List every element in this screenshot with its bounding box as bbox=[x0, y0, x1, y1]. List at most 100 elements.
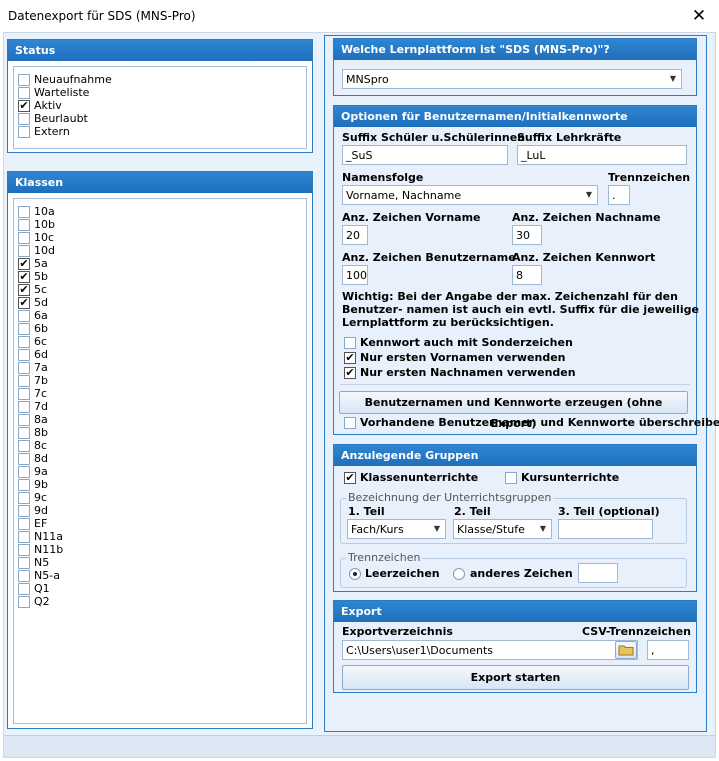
klasse-item-checkbox[interactable] bbox=[18, 492, 30, 504]
password-chars-input[interactable]: 8 bbox=[512, 265, 542, 285]
klasse-item-label: 9d bbox=[34, 504, 48, 517]
password-chars-label: Anz. Zeichen Kennwort bbox=[512, 251, 656, 264]
space-radio[interactable] bbox=[349, 568, 361, 580]
klasse-item-checkbox[interactable] bbox=[18, 479, 30, 491]
status-item-checkbox[interactable] bbox=[18, 126, 30, 138]
generate-credentials-button[interactable]: Benutzernamen und Kennworte erzeugen (oh… bbox=[339, 391, 688, 430]
klasse-item-checkbox[interactable] bbox=[18, 518, 30, 530]
status-item-checkbox[interactable]: ✔ bbox=[18, 100, 30, 112]
klasse-item-checkbox[interactable] bbox=[18, 453, 30, 465]
klasse-item-checkbox[interactable] bbox=[18, 544, 30, 556]
klasse-item-checkbox[interactable]: ✔ bbox=[18, 284, 30, 296]
klasse-item-checkbox[interactable] bbox=[18, 440, 30, 452]
klasse-item-label: 6c bbox=[34, 335, 48, 348]
space-radio-label: Leerzeichen bbox=[365, 567, 440, 580]
status-item-label: Extern bbox=[34, 125, 70, 138]
options-divider bbox=[340, 384, 690, 385]
klasse-item-checkbox[interactable] bbox=[18, 414, 30, 426]
suffix-teachers-input[interactable]: _LuL bbox=[517, 145, 687, 165]
special-chars-checkbox[interactable] bbox=[344, 337, 356, 349]
klasse-item-checkbox[interactable] bbox=[18, 245, 30, 257]
klasse-item-label: N5 bbox=[34, 556, 50, 569]
options-panel: Optionen für Benutzernamen/Initialkennwo… bbox=[333, 105, 719, 435]
platform-select[interactable]: MNSpro ▼ bbox=[342, 69, 682, 89]
username-chars-input[interactable]: 100 bbox=[342, 265, 368, 285]
klasse-item-checkbox[interactable] bbox=[18, 427, 30, 439]
klasse-item-checkbox[interactable] bbox=[18, 349, 30, 361]
klasse-item-checkbox[interactable] bbox=[18, 219, 30, 231]
part1-label: 1. Teil bbox=[348, 505, 385, 518]
klasse-item-label: Q1 bbox=[34, 582, 50, 595]
klasse-item-checkbox[interactable] bbox=[18, 310, 30, 322]
status-list[interactable]: Neuaufnahme Warteliste ✔ Aktiv Beurlaubt Exte… bbox=[13, 66, 307, 149]
separator-input[interactable]: . bbox=[608, 185, 630, 205]
export-dir-input[interactable]: C:\Users\user1\Documents bbox=[342, 640, 638, 660]
name-order-value: Vorname, Nachname bbox=[346, 189, 462, 202]
part3-input[interactable] bbox=[558, 519, 653, 539]
klasse-item-checkbox[interactable]: ✔ bbox=[18, 271, 30, 283]
class-lessons-checkbox[interactable]: ✔ bbox=[344, 472, 356, 484]
chevron-down-icon: ▼ bbox=[585, 190, 592, 199]
part2-value: Klasse/Stufe bbox=[457, 523, 525, 536]
csv-separator-input[interactable]: , bbox=[647, 640, 689, 660]
klasse-item-checkbox[interactable] bbox=[18, 583, 30, 595]
first-family-name-checkbox[interactable]: ✔ bbox=[344, 367, 356, 379]
last-name-chars-input[interactable]: 30 bbox=[512, 225, 542, 245]
export-header: Export bbox=[334, 601, 696, 622]
klasse-item-label: 6a bbox=[34, 309, 48, 322]
klasse-item-label: 5c bbox=[34, 283, 48, 296]
klasse-item-checkbox[interactable] bbox=[18, 557, 30, 569]
chevron-down-icon: ▼ bbox=[539, 524, 546, 533]
klasse-item-checkbox[interactable]: ✔ bbox=[18, 297, 30, 309]
note-line-2: Benutzer- namen ist auch ein evtl. Suffi… bbox=[342, 303, 699, 316]
status-item-checkbox[interactable] bbox=[18, 87, 30, 99]
first-name-chars-input[interactable]: 20 bbox=[342, 225, 368, 245]
overwrite-label: Vorhandene Benutzernamen und Kennworte ü… bbox=[360, 416, 719, 429]
klasse-item-label: 7d bbox=[34, 400, 48, 413]
klasse-item-checkbox[interactable] bbox=[18, 505, 30, 517]
klasse-item-checkbox[interactable] bbox=[18, 388, 30, 400]
browse-folder-button[interactable] bbox=[615, 641, 637, 659]
klassen-list[interactable]: 10a 10b 10c 10d ✔ 5a ✔ 5b ✔ 5c ✔ 5d 6a 6b 6c 6d 7a 7b 7c 7d… bbox=[13, 198, 307, 724]
group-naming-title: Bezeichnung der Unterrichtsgruppen bbox=[346, 491, 554, 504]
suffix-students-input[interactable]: _SuS bbox=[342, 145, 508, 165]
klasse-item-checkbox[interactable] bbox=[18, 232, 30, 244]
klasse-item-checkbox[interactable] bbox=[18, 531, 30, 543]
klasse-item-label: 5a bbox=[34, 257, 48, 270]
klasse-item-checkbox[interactable] bbox=[18, 596, 30, 608]
klasse-item-label: 10a bbox=[34, 205, 55, 218]
first-family-name-label: Nur ersten Nachnamen verwenden bbox=[360, 366, 576, 379]
part2-label: 2. Teil bbox=[454, 505, 491, 518]
klasse-item-checkbox[interactable] bbox=[18, 362, 30, 374]
folder-icon bbox=[618, 645, 634, 656]
other-char-input[interactable] bbox=[578, 563, 618, 583]
status-item-label: Aktiv bbox=[34, 99, 62, 112]
status-item-checkbox[interactable] bbox=[18, 113, 30, 125]
export-start-button[interactable]: Export starten bbox=[342, 665, 689, 690]
name-order-select[interactable]: Vorname, Nachname ▼ bbox=[342, 185, 598, 205]
export-panel: Export Exportverzeichnis CSV-Trennzeiche… bbox=[333, 600, 697, 693]
export-dir-label: Exportverzeichnis bbox=[342, 625, 453, 638]
window-title: Datenexport für SDS (MNS-Pro) bbox=[8, 9, 196, 23]
note-line-1: Wichtig: Bei der Angabe der max. Zeichen… bbox=[342, 290, 678, 303]
group-separator-title: Trennzeichen bbox=[346, 551, 423, 564]
first-given-name-checkbox[interactable]: ✔ bbox=[344, 352, 356, 364]
part3-label: 3. Teil (optional) bbox=[558, 505, 660, 518]
klasse-item-checkbox[interactable] bbox=[18, 375, 30, 387]
csv-separator-label: CSV-Trennzeichen bbox=[582, 625, 691, 638]
klasse-item-checkbox[interactable]: ✔ bbox=[18, 258, 30, 270]
klasse-item-checkbox[interactable] bbox=[18, 206, 30, 218]
part2-select[interactable]: Klasse/Stufe ▼ bbox=[453, 519, 552, 539]
course-lessons-checkbox[interactable] bbox=[505, 472, 517, 484]
klasse-item-checkbox[interactable] bbox=[18, 401, 30, 413]
klasse-item-checkbox[interactable] bbox=[18, 570, 30, 582]
close-button[interactable]: ✕ bbox=[685, 5, 713, 27]
klassen-panel: Klassen 10a 10b 10c 10d ✔ 5a ✔ 5b ✔ 5c ✔ 5d 6a 6b 6c 6d… bbox=[7, 171, 313, 729]
other-char-radio[interactable] bbox=[453, 568, 465, 580]
overwrite-checkbox[interactable] bbox=[344, 417, 356, 429]
klasse-item-checkbox[interactable] bbox=[18, 323, 30, 335]
klasse-item-checkbox[interactable] bbox=[18, 466, 30, 478]
part1-select[interactable]: Fach/Kurs ▼ bbox=[347, 519, 446, 539]
status-item-checkbox[interactable] bbox=[18, 74, 30, 86]
klasse-item-checkbox[interactable] bbox=[18, 336, 30, 348]
